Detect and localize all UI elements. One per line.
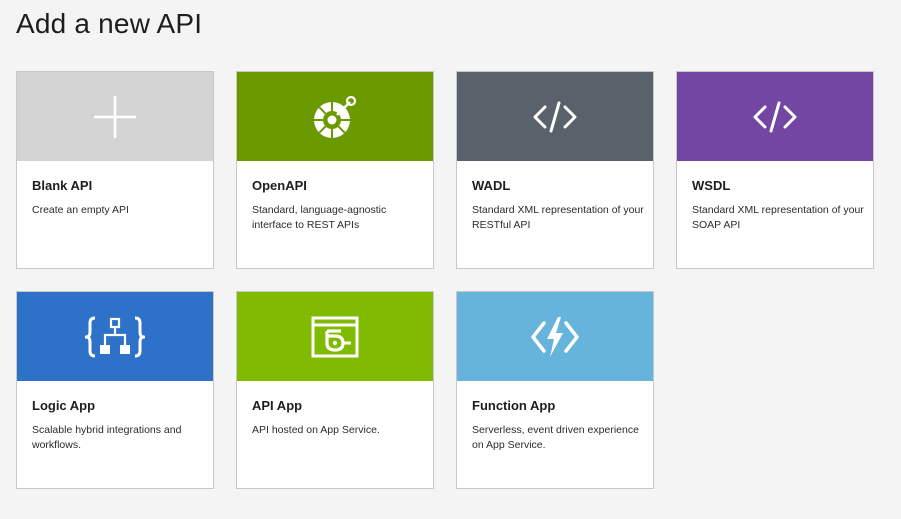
- card-title: OpenAPI: [252, 178, 307, 193]
- card-description: Create an empty API: [32, 204, 129, 216]
- card-title: Logic App: [32, 398, 96, 413]
- logic-app-card[interactable]: Logic App Scalable hybrid integrations a…: [16, 291, 214, 489]
- wsdl-banner: [677, 72, 873, 161]
- blank-api-card[interactable]: Blank API Create an empty API: [16, 71, 214, 269]
- function-app-banner: [457, 292, 653, 381]
- plus-icon: [94, 95, 136, 138]
- card-description: Serverless, event driven experience on A…: [472, 424, 639, 451]
- wadl-banner: [457, 72, 653, 161]
- logic-app-banner: [17, 292, 213, 381]
- code-icon: [533, 101, 577, 132]
- card-title: WADL: [472, 178, 511, 193]
- openapi-card[interactable]: OpenAPI Standard, language-agnostic inte…: [236, 71, 434, 269]
- page-title: Add a new API: [16, 8, 203, 39]
- card-title: Blank API: [32, 178, 93, 193]
- code-icon: [753, 101, 797, 132]
- function-app-card[interactable]: Function App Serverless, event driven ex…: [456, 291, 654, 489]
- logic-app-icon: [85, 316, 145, 357]
- blank-api-banner: [17, 72, 213, 161]
- api-app-banner: [237, 292, 433, 381]
- openapi-icon: [314, 95, 357, 138]
- card-title: API App: [252, 398, 303, 413]
- card-description: Standard, language-agnostic interface to…: [252, 204, 387, 231]
- wsdl-card[interactable]: WSDL Standard XML representation of your…: [676, 71, 874, 269]
- card-description: Standard XML representation of your SOAP…: [692, 204, 864, 231]
- card-description: Standard XML representation of your REST…: [472, 204, 644, 231]
- card-title: WSDL: [692, 178, 731, 193]
- card-description: API hosted on App Service.: [252, 424, 380, 436]
- wadl-card[interactable]: WADL Standard XML representation of your…: [456, 71, 654, 269]
- card-title: Function App: [472, 398, 556, 413]
- function-app-icon: [531, 316, 579, 357]
- openapi-banner: [237, 72, 433, 161]
- api-app-card[interactable]: API App API hosted on App Service.: [236, 291, 434, 489]
- card-description: Scalable hybrid integrations and workflo…: [32, 424, 182, 451]
- api-app-icon: [311, 316, 359, 357]
